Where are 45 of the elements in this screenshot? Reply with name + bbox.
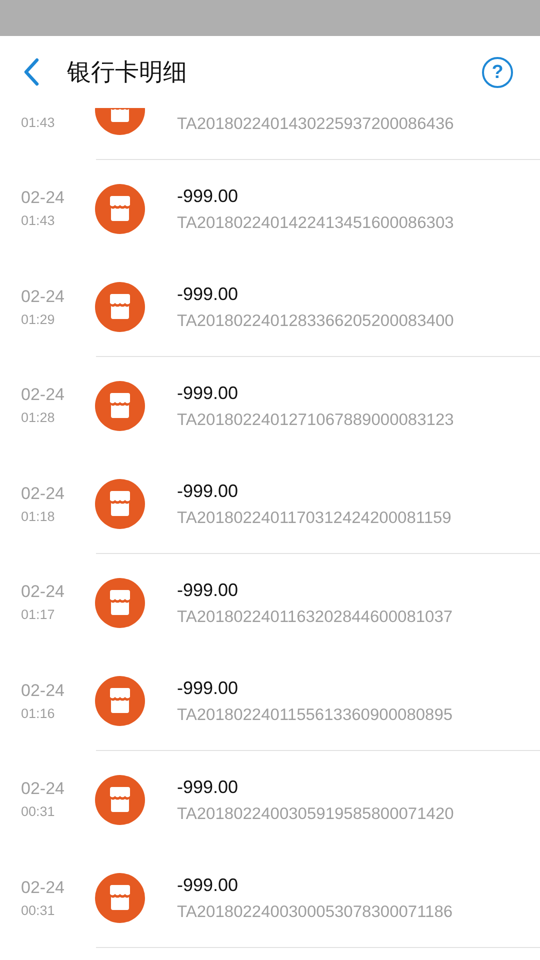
store-icon — [95, 479, 145, 530]
store-icon — [95, 282, 145, 332]
transaction-date: 02-24 — [21, 779, 66, 800]
transaction-number: TA2018022401271067889000083123 — [177, 410, 454, 430]
back-icon — [22, 58, 40, 86]
transaction-amount: -999.00 — [177, 677, 240, 700]
transaction-time: 00:31 — [21, 804, 56, 820]
transaction-number: TA2018022401430225937200086436 — [177, 114, 454, 134]
transaction-time: 00:31 — [21, 902, 56, 919]
page-title: 银行卡明细 — [67, 57, 187, 88]
transaction-date: 02-24 — [21, 385, 66, 406]
store-icon — [95, 578, 145, 628]
transaction-amount: -999.00 — [177, 874, 240, 896]
transaction-time: 01:17 — [21, 607, 56, 624]
transaction-time: 01:18 — [21, 508, 56, 525]
transaction-amount: -999.00 — [177, 776, 240, 798]
store-icon — [95, 184, 145, 234]
transaction-date: 02-24 — [21, 680, 66, 701]
transaction-time: 01:43 — [21, 213, 56, 230]
transaction-date: 02-24 — [21, 878, 66, 898]
transaction-number: TA2018022401170312424200081159 — [177, 508, 452, 528]
store-icon — [95, 873, 145, 924]
transaction-date: 02-24 — [21, 188, 66, 208]
transaction-date: 02-24 — [21, 582, 66, 602]
transaction-number: TA2018022401163202844600081037 — [177, 606, 453, 627]
transaction-time: 01:29 — [21, 312, 56, 328]
transaction-time: 01:43 — [21, 114, 56, 131]
help-button[interactable]: ? — [482, 56, 513, 88]
transaction-number: TA2018022400305919585800071420 — [177, 804, 454, 824]
transaction-number: TA2018022401283366205200083400 — [177, 311, 454, 332]
transaction-amount: -999.00 — [177, 283, 240, 306]
transaction-amount: -999.00 — [177, 578, 240, 601]
store-icon — [95, 774, 145, 825]
transaction-number: TA2018022401422413451600086303 — [177, 212, 454, 233]
transaction-date: 02-24 — [21, 286, 66, 307]
transaction-number: TA2018022401155613360900080895 — [177, 705, 453, 726]
store-icon — [95, 380, 145, 431]
transaction-time: 01:28 — [21, 410, 56, 426]
transaction-amount: -999.00 — [177, 382, 240, 404]
transaction-amount: -999.00 — [177, 480, 240, 502]
store-icon — [95, 676, 145, 726]
transaction-number: TA2018022400300053078300071186 — [177, 902, 453, 922]
transaction-amount: -999.00 — [177, 184, 240, 207]
transaction-date: 02-24 — [21, 484, 66, 504]
transaction-time: 01:16 — [21, 706, 56, 722]
